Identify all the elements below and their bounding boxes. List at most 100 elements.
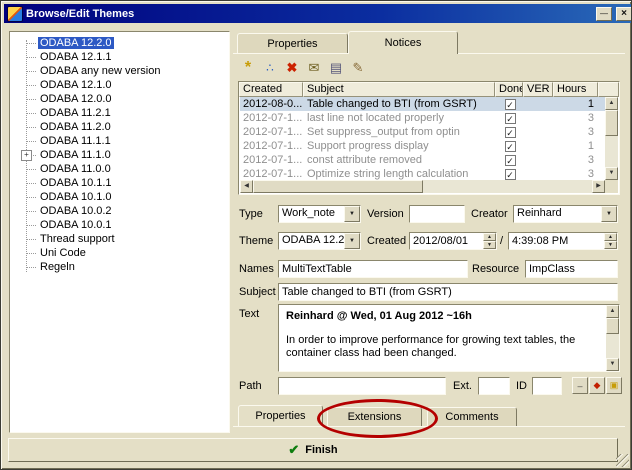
tree-item[interactable]: Regeln — [10, 260, 229, 274]
created-time-input[interactable]: ▲ ▼ — [508, 232, 618, 250]
scroll-up-icon[interactable]: ▲ — [606, 305, 619, 318]
id-input[interactable] — [532, 377, 562, 395]
subject-input[interactable] — [278, 283, 618, 301]
scroll-thumb[interactable] — [605, 110, 618, 136]
tree-item[interactable]: ODABA 11.0.0 — [10, 162, 229, 176]
path-input[interactable] — [278, 377, 446, 395]
scroll-up-icon[interactable]: ▲ — [605, 97, 618, 110]
done-checkbox[interactable]: ✓ — [505, 113, 516, 124]
column-header-ver[interactable]: VER — [523, 82, 553, 97]
tree-item[interactable]: + ODABA 11.1.0 — [10, 148, 229, 162]
path-browse-button[interactable]: ▣ — [606, 377, 622, 394]
minimize-button[interactable]: — — [596, 7, 612, 21]
tree-item[interactable]: ODABA 12.2.0 — [10, 36, 229, 50]
scroll-down-icon[interactable]: ▼ — [606, 358, 619, 371]
report-icon: ▤ — [330, 60, 342, 76]
column-header-hours[interactable]: Hours — [553, 82, 598, 97]
close-button[interactable]: × — [616, 7, 632, 21]
tree-item[interactable]: Thread support — [10, 232, 229, 246]
table-horizontal-scrollbar[interactable]: ◀ ▶ — [240, 180, 605, 193]
text-scrollbar[interactable]: ▲ ▼ — [606, 305, 619, 371]
spin-up-icon[interactable]: ▲ — [483, 233, 496, 241]
tab-properties-top[interactable]: Properties — [237, 33, 348, 54]
link-notes-icon: ∴ — [266, 61, 274, 75]
done-checkbox[interactable]: ✓ — [505, 141, 516, 152]
cell-subject: Table changed to BTI (from GSRT) — [304, 97, 496, 111]
table-row[interactable]: 2012-07-1... last line not located prope… — [240, 111, 605, 125]
tree-item[interactable]: Uni Code — [10, 246, 229, 260]
spin-up-icon[interactable]: ▲ — [604, 233, 617, 241]
column-header-subject[interactable]: Subject — [303, 82, 495, 97]
check-icon: ✔ — [288, 442, 299, 458]
resource-input[interactable] — [525, 260, 618, 278]
table-row[interactable]: 2012-07-1... Optimize string length calc… — [240, 167, 605, 180]
scroll-left-icon[interactable]: ◀ — [240, 180, 253, 193]
finish-button[interactable]: ✔ Finish — [8, 438, 618, 462]
new-note-button[interactable]: * — [238, 58, 258, 77]
cell-created: 2012-08-0... — [240, 97, 304, 111]
spin-down-icon[interactable]: ▼ — [483, 241, 496, 249]
text-note-area[interactable]: Reinhard @ Wed, 01 Aug 2012 ~16h In orde… — [278, 304, 620, 372]
table-row[interactable]: 2012-07-1... Set suppress_output from op… — [240, 125, 605, 139]
ext-input[interactable] — [478, 377, 510, 395]
path-mark-button[interactable]: ◆ — [589, 377, 605, 394]
tab-properties-bottom[interactable]: Properties — [238, 405, 323, 426]
dropdown-icon[interactable]: ▼ — [601, 206, 617, 222]
tree-item[interactable]: ODABA 10.0.1 — [10, 218, 229, 232]
mail-button[interactable]: ✉ — [304, 58, 324, 77]
scroll-down-icon[interactable]: ▼ — [605, 167, 618, 180]
path-browse-icon: ▣ — [610, 380, 619, 391]
cell-hours: 1 — [554, 97, 599, 111]
tab-comments[interactable]: Comments — [427, 407, 517, 426]
cell-hours: 3 — [554, 111, 599, 125]
tree-item-label: ODABA 11.1.0 — [38, 149, 113, 161]
titlebar[interactable]: Browse/Edit Themes — × — [4, 4, 632, 23]
table-vertical-scrollbar[interactable]: ▲ ▼ — [605, 97, 618, 180]
dropdown-icon[interactable]: ▼ — [344, 233, 360, 249]
column-header-done[interactable]: Done — [495, 82, 523, 97]
done-checkbox[interactable]: ✓ — [505, 169, 516, 180]
link-notes-button[interactable]: ∴ — [260, 58, 280, 77]
tab-notices[interactable]: Notices — [348, 31, 458, 54]
done-checkbox[interactable]: ✓ — [505, 99, 516, 110]
type-select[interactable]: Work_note ▼ — [278, 205, 361, 223]
table-row[interactable]: 2012-08-0... Table changed to BTI (from … — [240, 97, 605, 111]
scroll-thumb[interactable] — [606, 318, 619, 334]
cell-ver — [524, 97, 554, 111]
resize-grip[interactable] — [616, 454, 629, 467]
created-date-input[interactable]: ▲ ▼ — [409, 232, 497, 250]
done-checkbox[interactable]: ✓ — [505, 155, 516, 166]
tree-item[interactable]: ODABA 11.1.1 — [10, 134, 229, 148]
creator-select[interactable]: Reinhard ▼ — [513, 205, 618, 223]
created-time-value[interactable] — [509, 233, 604, 249]
dropdown-icon[interactable]: ▼ — [344, 206, 360, 222]
path-menu-button[interactable]: – — [572, 377, 588, 394]
edit-note-button[interactable]: ✎ — [348, 58, 368, 77]
scroll-right-icon[interactable]: ▶ — [592, 180, 605, 193]
tree-item[interactable]: ODABA 12.0.0 — [10, 92, 229, 106]
notices-toolbar: * ∴ ✖ ✉ ▤ ✎ — [238, 58, 368, 78]
done-checkbox[interactable]: ✓ — [505, 127, 516, 138]
tree-item[interactable]: ODABA 12.1.0 — [10, 78, 229, 92]
tree-item[interactable]: ODABA 11.2.0 — [10, 120, 229, 134]
tree-item[interactable]: ODABA 12.1.1 — [10, 50, 229, 64]
table-row[interactable]: 2012-07-1... const attribute removed ✓ 3 — [240, 153, 605, 167]
scroll-thumb[interactable] — [253, 180, 423, 193]
spin-down-icon[interactable]: ▼ — [604, 241, 617, 249]
tree-item[interactable]: ODABA any new version — [10, 64, 229, 78]
tab-extensions[interactable]: Extensions — [327, 407, 422, 426]
created-date-value[interactable] — [410, 233, 483, 249]
table-row[interactable]: 2012-07-1... Support progress display ✓ … — [240, 139, 605, 153]
tree-item[interactable]: ODABA 10.1.0 — [10, 190, 229, 204]
column-header-created[interactable]: Created — [239, 82, 303, 97]
version-input[interactable] — [409, 205, 465, 223]
cell-ver — [524, 111, 554, 125]
delete-note-button[interactable]: ✖ — [282, 58, 302, 77]
names-input[interactable] — [278, 260, 468, 278]
tree-item[interactable]: ODABA 10.0.2 — [10, 204, 229, 218]
theme-select[interactable]: ODABA 12.2.0 ▼ — [278, 232, 361, 250]
tree-item[interactable]: ODABA 11.2.1 — [10, 106, 229, 120]
report-button[interactable]: ▤ — [326, 58, 346, 77]
expand-plus-icon[interactable]: + — [21, 150, 32, 161]
tree-item[interactable]: ODABA 10.1.1 — [10, 176, 229, 190]
